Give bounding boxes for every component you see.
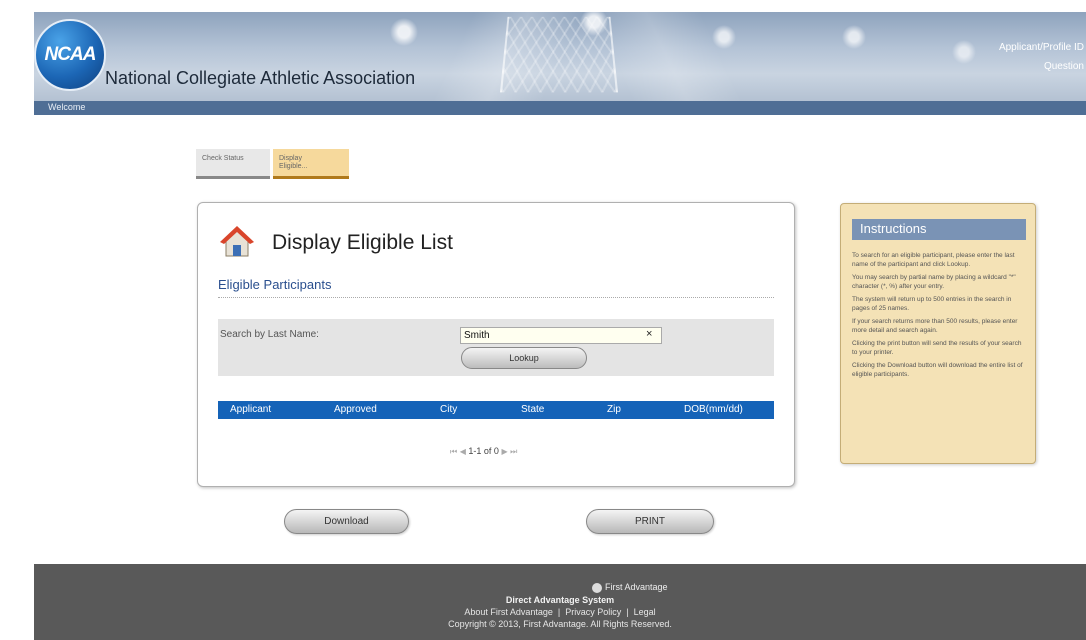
footer-system-name: Direct Advantage System [505, 595, 615, 605]
column-header-applicant[interactable]: Applicant [230, 404, 271, 415]
divider [218, 297, 774, 298]
privacy-policy-link[interactable]: Privacy Policy [565, 607, 621, 617]
instruction-paragraph: To search for an eligible participant, p… [852, 252, 1015, 268]
search-area: Search by Last Name: × Lookup [218, 319, 774, 376]
footer-links: About First Advantage | Privacy Policy |… [34, 607, 1086, 617]
first-page-icon[interactable]: ⏮ [450, 447, 457, 456]
organization-name: National Collegiate Athletic Association [105, 68, 416, 88]
search-label: Search by Last Name: [220, 329, 319, 340]
welcome-bar: Welcome [34, 101, 1086, 115]
logo-text: NCAA [44, 44, 97, 65]
section-subtitle: Eligible Participants [218, 277, 332, 292]
pager-status: 1-1 of 0 [468, 446, 499, 456]
instruction-paragraph: Clicking the print button will send the … [852, 340, 1022, 356]
download-button[interactable]: Download [284, 509, 409, 534]
next-page-icon[interactable]: ▶ [501, 447, 507, 456]
about-link[interactable]: About First Advantage [464, 607, 553, 617]
questions-link[interactable]: Question [1044, 61, 1084, 72]
site-header: NCAA National Collegiate Athletic Associ… [34, 12, 1086, 115]
tab-display-eligible[interactable]: Display Eligible... [273, 149, 349, 179]
site-footer: First Advantage Direct Advantage System … [34, 564, 1086, 640]
eligible-list-panel: Display Eligible List Eligible Participa… [197, 202, 795, 487]
footer-separator: | [626, 607, 629, 617]
instruction-paragraph: If your search returns more than 500 res… [852, 318, 1018, 334]
first-advantage-icon [592, 582, 602, 593]
ncaa-logo[interactable]: NCAA [34, 19, 106, 91]
column-header-zip[interactable]: Zip [607, 404, 621, 415]
previous-page-icon[interactable]: ◀ [460, 447, 466, 456]
footer-separator: | [557, 607, 561, 617]
first-advantage-logo: First Advantage [592, 582, 668, 593]
instruction-paragraph: You may search by partial name by placin… [852, 274, 1016, 290]
results-table-header: Applicant Approved City State Zip DOB(mm… [218, 401, 774, 419]
column-header-city[interactable]: City [440, 404, 457, 415]
basketball-net-graphic [499, 16, 619, 93]
welcome-text: Welcome [48, 102, 86, 112]
column-header-dob[interactable]: DOB(mm/dd) [684, 404, 743, 415]
column-header-state[interactable]: State [521, 404, 544, 415]
tab-check-status[interactable]: Check Status [196, 149, 270, 179]
home-icon [220, 226, 254, 257]
page-title: Display Eligible List [272, 231, 453, 254]
applicant-profile-id-link[interactable]: Applicant/Profile ID [999, 42, 1084, 53]
print-button[interactable]: PRINT [586, 509, 714, 534]
last-name-search-input[interactable] [460, 327, 662, 344]
tab-label-line1: Display [279, 155, 302, 162]
column-header-approved[interactable]: Approved [334, 404, 377, 415]
copyright: Copyright © 2013, First Advantage. All R… [448, 619, 672, 629]
footer-brand: First Advantage [605, 582, 668, 592]
instruction-paragraph: Clicking the Download button will downlo… [852, 362, 1023, 378]
tab-label: Check Status [202, 155, 244, 162]
instruction-paragraph: The system will return up to 500 entries… [852, 296, 1012, 312]
clear-icon[interactable]: × [646, 328, 652, 340]
last-page-icon[interactable]: ⏭ [510, 447, 517, 456]
legal-link[interactable]: Legal [634, 607, 656, 617]
instructions-body: To search for an eligible participant, p… [852, 252, 1028, 384]
instructions-panel: Instructions To search for an eligible p… [840, 203, 1036, 464]
instructions-title: Instructions [852, 219, 1026, 240]
lookup-button[interactable]: Lookup [461, 347, 587, 369]
tab-label-line2: Eligible... [279, 163, 308, 170]
pager: ⏮ ◀ 1-1 of 0 ▶ ⏭ [450, 446, 517, 457]
